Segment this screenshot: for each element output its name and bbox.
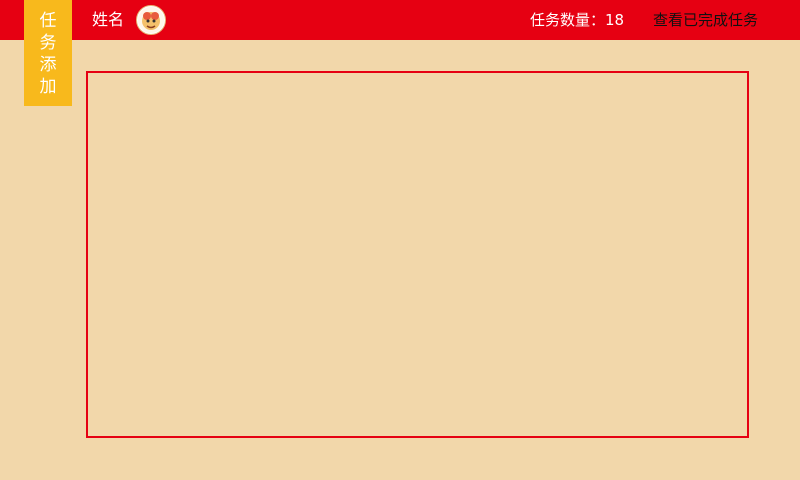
task-count-label: 任务数量：18 — [530, 11, 625, 29]
avatar-icon[interactable] — [136, 5, 166, 35]
header-bar: 姓名 任务数量：18 查看已完成任务 — [0, 0, 800, 40]
task-content-panel — [86, 71, 749, 438]
view-completed-tasks-link[interactable]: 查看已完成任务 — [653, 0, 758, 40]
username-label: 姓名 — [92, 10, 125, 29]
add-task-tab[interactable]: 任务添加 — [24, 0, 72, 106]
add-task-label: 任务添加 — [39, 11, 57, 97]
